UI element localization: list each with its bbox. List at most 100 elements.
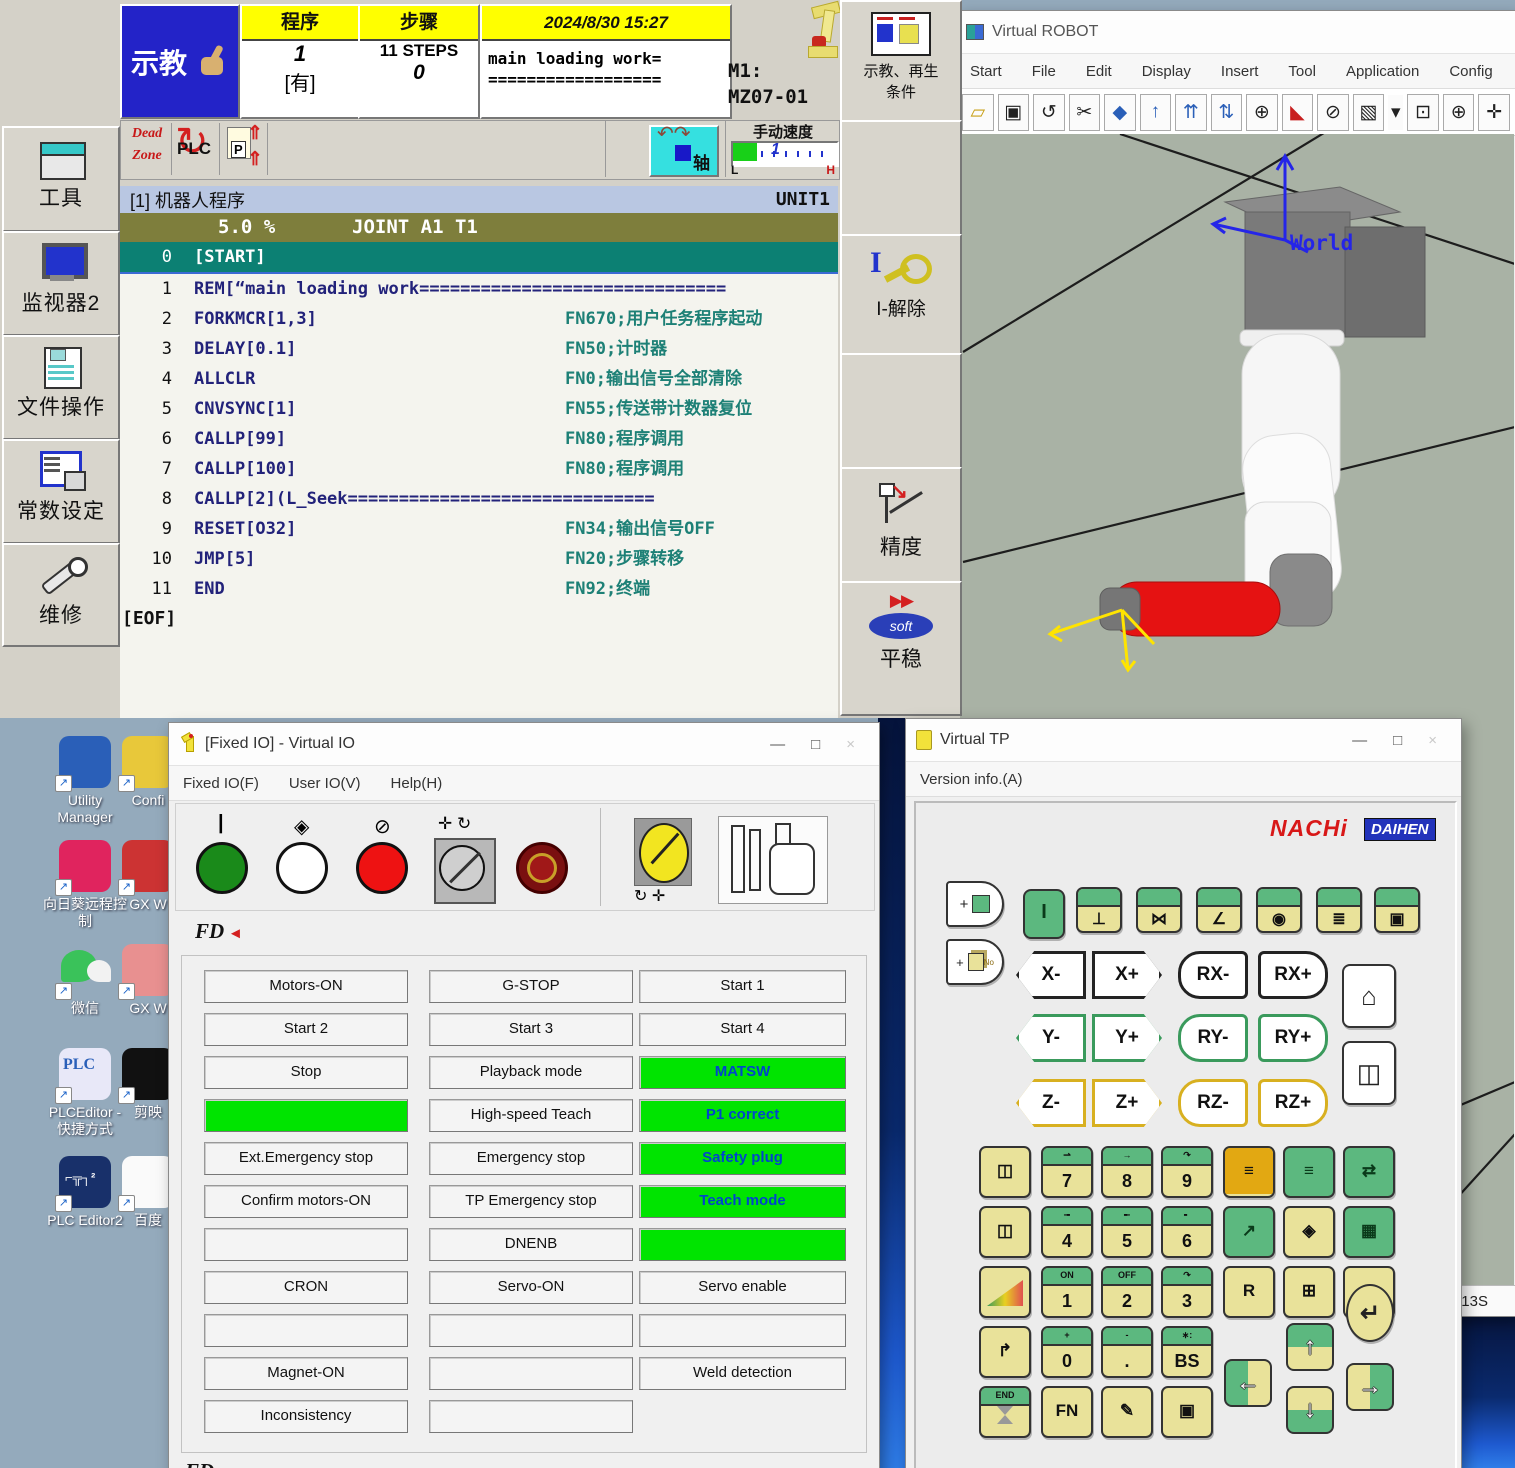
blank-r9c2-io-button[interactable] [429, 1314, 633, 1347]
mode-selector-switch[interactable] [434, 838, 496, 904]
jog-key-xminus[interactable]: X- [1016, 951, 1086, 999]
tp-emergency-stop-io-button[interactable]: TP Emergency stop [429, 1185, 633, 1218]
start-switch[interactable] [276, 842, 328, 894]
emergency-stop-switch[interactable] [516, 842, 568, 894]
motors-on-switch[interactable] [196, 842, 248, 894]
blank-r9c3-io-button[interactable] [639, 1314, 846, 1347]
jog-key-yplus[interactable]: Y+ [1092, 1014, 1162, 1062]
tp-key-dot[interactable]: -. [1101, 1326, 1153, 1378]
hourglass-icon[interactable]: END [979, 1386, 1031, 1438]
tp-key-r[interactable]: R [1223, 1266, 1275, 1318]
start-3-io-button[interactable]: Start 3 [429, 1013, 633, 1046]
jog-key-rzplus[interactable]: RZ+ [1258, 1079, 1328, 1127]
inconsistency-io-button[interactable]: Inconsistency [204, 1400, 408, 1433]
tp-key-4[interactable]: ╼4 [1041, 1206, 1093, 1258]
program-line-0[interactable]: 0[START] [120, 242, 838, 274]
menu-item-help-h-[interactable]: Help(H) [391, 775, 443, 792]
io-panel-icon[interactable]: ▦ [1343, 1206, 1395, 1258]
start-2-io-button[interactable]: Start 2 [204, 1013, 408, 1046]
program-line-1[interactable]: 1REM[“main loading work=================… [120, 274, 838, 304]
interp-list-icon[interactable]: ≣ [1316, 887, 1362, 933]
origin-icon[interactable]: ⊕ [1246, 94, 1278, 131]
view-box-icon[interactable]: ▧ [1353, 94, 1385, 131]
tp-enable-device[interactable] [718, 816, 828, 904]
sidebar-item-5[interactable]: 维修 [2, 543, 120, 647]
coord-point-icon[interactable]: ↗ [1223, 1206, 1275, 1258]
window-swap-icon[interactable]: ▣ [1374, 887, 1420, 933]
tp-key-bs[interactable]: ∗:BS [1161, 1326, 1213, 1378]
tp-key-2[interactable]: OFF2 [1101, 1266, 1153, 1318]
hands-icon[interactable]: ◈ [1283, 1206, 1335, 1258]
tp-key-6[interactable]: ╸6 [1161, 1206, 1213, 1258]
start-4-io-button[interactable]: Start 4 [639, 1013, 846, 1046]
program-line-9[interactable]: 9RESET[O32]FN34;输出信号OFF [120, 514, 838, 544]
sidebar-item-2[interactable]: 监视器2 [2, 231, 120, 336]
jog-key-zplus[interactable]: Z+ [1092, 1079, 1162, 1127]
jog-step-icon[interactable]: ⇅ [1211, 94, 1243, 131]
blank-r11c2-io-button[interactable] [429, 1400, 633, 1433]
program-line-3[interactable]: 3DELAY[0.1]FN50;计时器 [120, 334, 838, 364]
step-overlap-icon[interactable]: ≡ [1283, 1146, 1335, 1198]
tp-key-8[interactable]: →8 [1101, 1146, 1153, 1198]
arrow-down-key[interactable]: ↓ [1286, 1386, 1334, 1434]
coord-xyz-icon[interactable]: ∠ [1196, 887, 1242, 933]
program-line-2[interactable]: 2FORKMCR[1,3]FN670;用户任务程序起动 [120, 304, 838, 334]
undo-icon[interactable]: ↺ [1033, 94, 1065, 131]
jog-key-rxplus[interactable]: RX+ [1258, 951, 1328, 999]
smoothness-button[interactable]: ▶▶soft平稳 [840, 581, 962, 716]
tp-key-fn[interactable]: FN [1041, 1386, 1093, 1438]
dnenb-io-button[interactable]: DNENB [429, 1228, 633, 1261]
monitor-set-key[interactable]: ◫ [1342, 1041, 1396, 1105]
blank-r4c1-io-button[interactable] [204, 1099, 408, 1132]
jog-operate-icon[interactable]: ◉ [1256, 887, 1302, 933]
maximize-button[interactable]: □ [811, 736, 820, 753]
jog-key-rzminus[interactable]: RZ- [1178, 1079, 1248, 1127]
tp-key-7[interactable]: ⇀7 [1041, 1146, 1093, 1198]
sidebar-item-3[interactable]: 文件操作 [2, 335, 120, 440]
zoom-window-icon[interactable]: ⊡ [1407, 94, 1439, 131]
sidebar-item-4[interactable]: 常数设定 [2, 439, 120, 544]
minimize-button[interactable]: — [770, 736, 785, 753]
teach-playback-condition-button[interactable]: 示教、再生条件 [840, 0, 962, 122]
program-line-8[interactable]: 8CALLP[2](L_Seek========================… [120, 484, 838, 514]
program-listing[interactable]: 0[START]1REM[“main loading work=========… [120, 242, 838, 718]
servo-enable-io-button[interactable]: Servo enable [639, 1271, 846, 1304]
program-line-7[interactable]: 7CALLP[100]FN80;程序调用 [120, 454, 838, 484]
plc-button[interactable]: ↻ PLC [173, 123, 220, 175]
program-line-11[interactable]: 11ENDFN92;终端 [120, 574, 838, 604]
menu-item-tool[interactable]: Tool [1288, 63, 1316, 80]
arrow-right-key[interactable]: → [1346, 1363, 1394, 1411]
virtual-robot-titlebar[interactable]: Virtual ROBOT [956, 11, 1515, 54]
menu-item-file[interactable]: File [1032, 63, 1056, 80]
jog-key-ryplus[interactable]: RY+ [1258, 1014, 1328, 1062]
tp-key-5[interactable]: ╾5 [1101, 1206, 1153, 1258]
edit-icon[interactable]: ✎ [1101, 1386, 1153, 1438]
tp-key-3[interactable]: ↷3 [1161, 1266, 1213, 1318]
teach-mode-io-button[interactable]: Teach mode [639, 1185, 846, 1218]
speed-ramp-icon[interactable] [979, 1266, 1031, 1318]
save-icon[interactable]: ▣ [998, 94, 1030, 131]
blank-r7c3-io-button[interactable] [639, 1228, 846, 1261]
enter-key[interactable]: ↵ [1346, 1284, 1394, 1342]
interference-release-button[interactable]: II-解除 [840, 234, 962, 355]
cron-io-button[interactable]: CRON [204, 1271, 408, 1304]
menu-item-edit[interactable]: Edit [1086, 63, 1112, 80]
hide-axes-icon[interactable]: ⊘ [1317, 94, 1349, 131]
minimize-button[interactable]: — [1352, 732, 1367, 749]
weld-detection-io-button[interactable]: Weld detection [639, 1357, 846, 1390]
tp-power-key[interactable]: I [1023, 889, 1065, 939]
blank-1-button[interactable] [840, 120, 962, 236]
screen-plus-key[interactable]: + [946, 881, 1004, 927]
menu-item-start[interactable]: Start [970, 63, 1002, 80]
playback-mode-io-button[interactable]: Playback mode [429, 1056, 633, 1089]
high-speed-teach-io-button[interactable]: High-speed Teach [429, 1099, 633, 1132]
handshake-icon[interactable]: ⋈ [1136, 887, 1182, 933]
program-line-4[interactable]: 4ALLCLRFN0;输出信号全部清除 [120, 364, 838, 394]
step-insert-icon[interactable]: ≡ [1223, 1146, 1275, 1198]
stop-io-button[interactable]: Stop [204, 1056, 408, 1089]
fixed-io-titlebar[interactable]: [Fixed IO] - Virtual IO — □ × [169, 723, 879, 766]
menu-item-application[interactable]: Application [1346, 63, 1419, 80]
dead-zone-button[interactable]: DeadZone [123, 123, 172, 175]
jog-key-ryminus[interactable]: RY- [1178, 1014, 1248, 1062]
jog-single-icon[interactable]: ↑ [1140, 94, 1172, 131]
